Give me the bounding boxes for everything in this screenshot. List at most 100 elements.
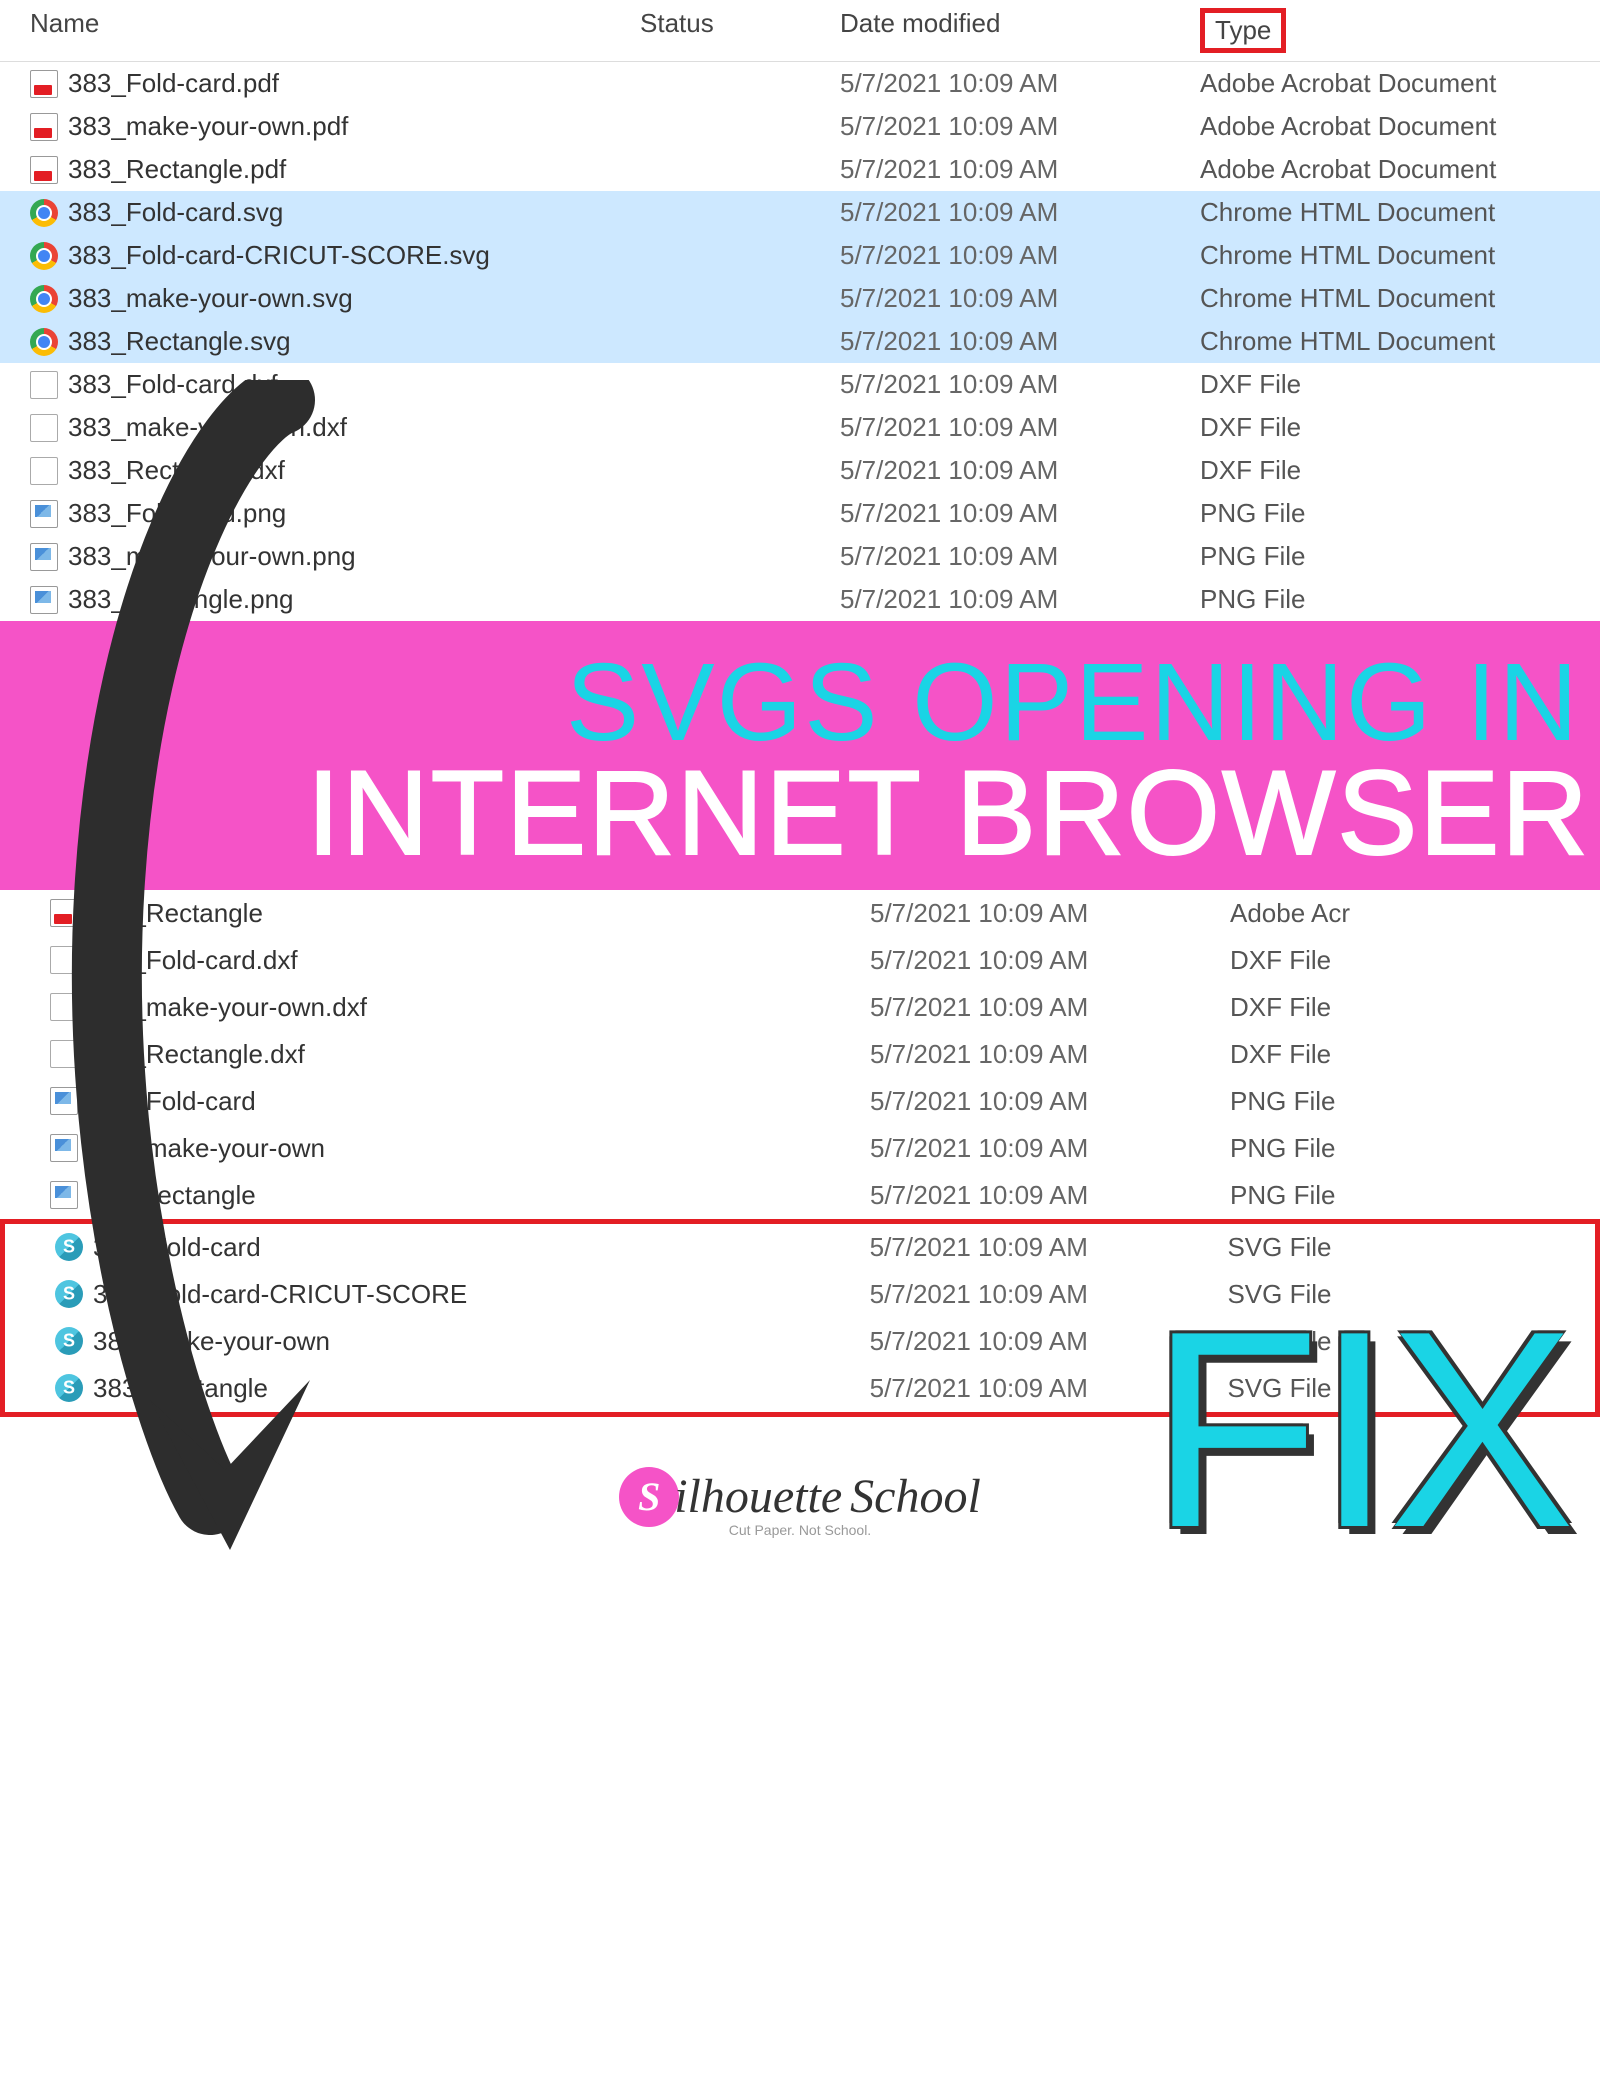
file-name: 383 Rectangle [88,1180,256,1211]
file-name: 383_Rectangle.pdf [68,154,286,185]
file-row[interactable]: 383_make-your-own.dxf 5/7/2021 10:09 AMDX… [0,406,1600,449]
file-explorer-top: Name Status Date modified Type 383_Fold-… [0,0,1600,621]
file-type: DXF File [1170,412,1570,443]
file-row[interactable]: 383_make-your-own5/7/2021 10:09 AMPNG Fi… [0,1125,1600,1172]
file-name-cell[interactable]: 383_make-your-own.dxf [0,412,640,443]
file-type: Chrome HTML Document [1170,240,1570,271]
file-row[interactable]: 383_Rectangle.png5/7/2021 10:09 AMPNG Fi… [0,578,1600,621]
file-type: Adobe Acrobat Document [1170,111,1570,142]
file-row[interactable]: 383_Rectangle5/7/2021 10:09 AMAdobe Acr [0,890,1600,937]
file-list-top: 383_Fold-card.pdf5/7/2021 10:09 AMAdobe … [0,62,1600,621]
file-type: DXF File [1170,455,1570,486]
file-date: 5/7/2021 10:09 AM [870,1133,1200,1164]
file-name: 383_Rectangle [93,1373,268,1404]
file-name-cell[interactable]: 383_Fold-card-CRICUT-SCORE [5,1279,870,1310]
file-name-cell[interactable]: 383_make-your-own.svg [0,283,640,314]
file-row[interactable]: 383 Rectangle5/7/2021 10:09 AMPNG File [0,1172,1600,1219]
file-row[interactable]: 383_Fold-card.svg 5/7/2021 10:09 AMChrome… [0,191,1600,234]
file-row[interactable]: 383_make-your-own.pdf 5/7/2021 10:09 AMAd… [0,105,1600,148]
file-name-cell[interactable]: 383_Rectangle [5,1373,870,1404]
file-name-cell[interactable]: 383_Rectangle [0,898,870,929]
header-type[interactable]: Type [1170,8,1570,53]
file-name: 383_Rectangle.dxf [68,455,285,486]
file-type: Chrome HTML Document [1170,197,1570,228]
file-name: 383_make-your-own.dxf [68,412,347,443]
file-name-cell[interactable]: 383_Fold-card [5,1232,870,1263]
file-type: PNG File [1200,1086,1600,1117]
file-row[interactable]: 383_Fold-card-CRICUT-SCORE.svg 5/7/2021 1… [0,234,1600,277]
file-name-cell[interactable]: 383_make-your-own.pdf [0,111,640,142]
file-date: 5/7/2021 10:09 AM [840,498,1170,529]
file-row[interactable]: 383_Rectangle.dxf5/7/2021 10:09 AMDXF Fi… [0,449,1600,492]
file-name-cell[interactable]: 383_Rectangle.svg [0,326,640,357]
file-row[interactable]: 383_Fold-card.pdf5/7/2021 10:09 AMAdobe … [0,62,1600,105]
file-row[interactable]: 383_make-your-own.png 5/7/2021 10:09 AMPN… [0,535,1600,578]
file-type: Chrome HTML Document [1170,326,1570,357]
svg-icon [55,1233,83,1261]
png-icon [30,586,58,614]
svg-icon [55,1327,83,1355]
pdf-icon [30,70,58,98]
file-date: 5/7/2021 10:09 AM [840,541,1170,572]
file-date: 5/7/2021 10:09 AM [840,111,1170,142]
file-row[interactable]: 383_Fold-card5/7/2021 10:09 AMSVG File [5,1224,1595,1271]
file-name-cell[interactable]: 383_Rectangle.pdf [0,154,640,185]
file-name-cell[interactable]: 383_Fold-card-CRICUT-SCORE.svg [0,240,640,271]
blank-icon [50,946,78,974]
file-name-cell[interactable]: 383 Rectangle [0,1180,870,1211]
column-headers[interactable]: Name Status Date modified Type [0,0,1600,62]
file-name-cell[interactable]: 383_make-your-own [5,1326,870,1357]
file-name-cell[interactable]: 383_make-your-own.png [0,541,640,572]
file-type: PNG File [1170,541,1570,572]
chrome-icon [30,199,58,227]
file-name-cell[interactable]: 383_make-your-own.dxf [0,992,870,1023]
file-name: 383_Fold-card [93,1232,261,1263]
png-icon [50,1134,78,1162]
file-row[interactable]: 383_Rectangle.dxf5/7/2021 10:09 AMDXF Fi… [0,1031,1600,1078]
file-row[interactable]: 383_Fold-card.dxf5/7/2021 10:09 AMDXF Fi… [0,937,1600,984]
file-row[interactable]: 383_make-your-own.dxf5/7/2021 10:09 AMDX… [0,984,1600,1031]
file-name: 383_Rectangle.png [68,584,294,615]
file-name-cell[interactable]: 383_Rectangle.png [0,584,640,615]
pdf-icon [50,899,78,927]
file-name-cell[interactable]: 383_Fold-card.pdf [0,68,640,99]
file-name-cell[interactable]: 383_Fold-card.dxf [0,945,870,976]
file-row[interactable]: 383_Fold-card5/7/2021 10:09 AMPNG File [0,1078,1600,1125]
file-date: 5/7/2021 10:09 AM [840,369,1170,400]
file-row[interactable]: 383_Fold-card.dxf5/7/2021 10:09 AMDXF Fi… [0,363,1600,406]
file-type: PNG File [1200,1180,1600,1211]
file-date: 5/7/2021 10:09 AM [870,1232,1198,1263]
file-type: Adobe Acrobat Document [1170,68,1570,99]
file-name-cell[interactable]: 383_Fold-card.png [0,498,640,529]
banner-line-2: INTERNET BROWSER [0,756,1600,870]
file-name-cell[interactable]: 383_Fold-card [0,1086,870,1117]
pdf-icon [30,113,58,141]
file-name-cell[interactable]: 383_Rectangle.dxf [0,455,640,486]
header-date[interactable]: Date modified [840,8,1170,53]
file-name: 383_Rectangle.dxf [88,1039,305,1070]
header-name[interactable]: Name [0,8,640,53]
file-row[interactable]: 383_make-your-own.svg5/7/2021 10:09 AMCh… [0,277,1600,320]
file-row[interactable]: 383_Rectangle.svg5/7/2021 10:09 AMChrome… [0,320,1600,363]
file-date: 5/7/2021 10:09 AM [840,240,1170,271]
svg-icon [55,1374,83,1402]
header-status[interactable]: Status [640,8,840,53]
file-date: 5/7/2021 10:09 AM [840,197,1170,228]
file-name: 383_Fold-card.pdf [68,68,279,99]
file-date: 5/7/2021 10:09 AM [840,154,1170,185]
chrome-icon [30,328,58,356]
file-name-cell[interactable]: 383_make-your-own [0,1133,870,1164]
file-name-cell[interactable]: 383_Rectangle.dxf [0,1039,870,1070]
file-row[interactable]: 383_Rectangle.pdf 5/7/2021 10:09 AMAdobe … [0,148,1600,191]
svg-icon [55,1280,83,1308]
file-row[interactable]: 383_Fold-card.png5/7/2021 10:09 AMPNG Fi… [0,492,1600,535]
blank-icon [50,993,78,1021]
file-type: Adobe Acrobat Document [1170,154,1570,185]
file-type: DXF File [1200,945,1600,976]
file-name: 383_make-your-own [88,1133,325,1164]
file-name-cell[interactable]: 383_Fold-card.svg [0,197,640,228]
file-date: 5/7/2021 10:09 AM [840,412,1170,443]
logo-text-1: ilhouette [674,1469,842,1524]
file-name-cell[interactable]: 383_Fold-card.dxf [0,369,640,400]
logo-badge: S [619,1467,679,1527]
